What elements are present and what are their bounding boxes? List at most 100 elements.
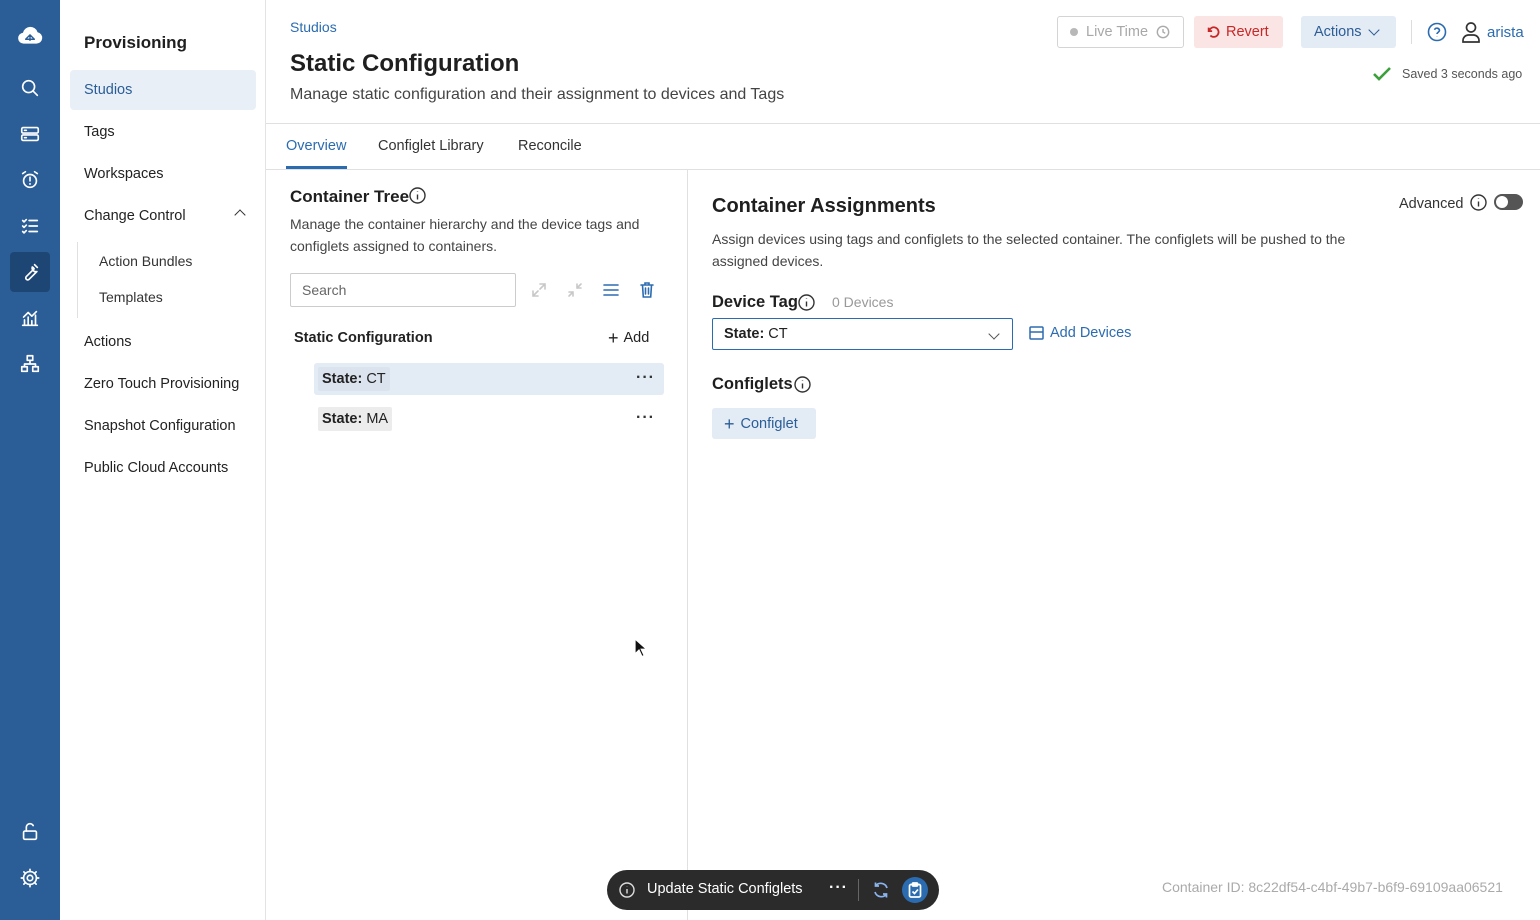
sidebar-item-label: Change Control	[84, 208, 186, 224]
list-view-icon[interactable]	[601, 280, 621, 300]
sidebar-item-change-control[interactable]: Change Control	[70, 196, 256, 236]
sidebar-item-snapshot-configuration[interactable]: Snapshot Configuration	[70, 406, 256, 446]
container-tree-title: Container Tree	[290, 187, 410, 206]
container-assignments-title: Container Assignments	[712, 195, 936, 217]
plus-icon: +	[608, 328, 619, 348]
topology-icon[interactable]	[10, 344, 50, 384]
advanced-label: Advanced	[1399, 196, 1464, 212]
live-time-button[interactable]: Live Time	[1057, 16, 1184, 48]
provisioning-wrench-icon[interactable]	[10, 252, 50, 292]
configlets-label: Configlets	[712, 375, 793, 393]
info-icon[interactable]	[798, 294, 815, 311]
add-configlet-label: Configlet	[740, 415, 798, 432]
tree-root-label[interactable]: Static Configuration	[294, 330, 433, 346]
refresh-icon[interactable]	[871, 880, 891, 900]
advanced-toggle[interactable]	[1494, 194, 1523, 210]
panel-divider	[687, 170, 688, 920]
plus-icon: +	[724, 413, 735, 434]
sidebar-item-action-bundles[interactable]: Action Bundles	[70, 246, 256, 276]
events-alarm-icon[interactable]	[10, 160, 50, 200]
sidebar-item-public-cloud-accounts[interactable]: Public Cloud Accounts	[70, 448, 256, 488]
container-tree-description: Manage the container hierarchy and the d…	[290, 216, 640, 254]
sidebar-item-workspaces[interactable]: Workspaces	[70, 154, 256, 194]
sidebar-item-label: Studios	[84, 82, 133, 98]
cloud-logo-icon[interactable]	[10, 16, 50, 56]
devices-icon[interactable]	[10, 114, 50, 154]
help-icon[interactable]	[1427, 22, 1447, 42]
chevron-down-icon	[1367, 24, 1380, 36]
sidebar-item-label: Action Bundles	[99, 253, 193, 269]
tab-reconcile[interactable]: Reconcile	[518, 138, 582, 154]
sidebar-item-templates[interactable]: Templates	[70, 282, 256, 312]
more-options-icon[interactable]: ···	[636, 369, 655, 387]
search-icon[interactable]	[10, 68, 50, 108]
tab-overview[interactable]: Overview	[286, 138, 346, 154]
tree-node[interactable]: State: MA ···	[314, 403, 664, 435]
container-assignments-description: Assign devices using tags and configlets…	[712, 231, 1346, 269]
sidebar-item-label: Workspaces	[84, 166, 164, 182]
info-icon[interactable]	[409, 187, 426, 204]
app-window: Provisioning Studios Tags Workspaces Cha…	[0, 0, 1540, 920]
breadcrumb[interactable]: Studios	[290, 19, 337, 35]
review-clipboard-button[interactable]	[902, 877, 928, 903]
container-id: Container ID: 8c22df54-c4bf-49b7-b6f9-69…	[1162, 879, 1503, 895]
tab-configlet-library[interactable]: Configlet Library	[378, 138, 484, 154]
sidebar-item-studios[interactable]: Studios	[70, 70, 256, 110]
tag-value: CT	[366, 371, 386, 387]
actions-dropdown-button[interactable]: Actions	[1301, 16, 1396, 48]
save-status: Saved 3 seconds ago	[1372, 66, 1522, 82]
tag-value: CT	[768, 326, 788, 342]
search-input[interactable]	[290, 273, 516, 307]
add-configlet-button[interactable]: + Configlet	[712, 408, 816, 439]
revert-label: Revert	[1226, 24, 1269, 40]
clipboard-check-icon	[908, 882, 922, 898]
sidebar-title: Provisioning	[84, 33, 187, 52]
dashboards-chart-icon[interactable]	[10, 298, 50, 338]
provisioning-sidebar: Provisioning Studios Tags Workspaces Cha…	[60, 0, 266, 920]
tabs-divider	[266, 169, 1540, 170]
clock-icon	[1156, 25, 1170, 39]
sidebar-item-label: Zero Touch Provisioning	[84, 376, 240, 392]
live-status-dot	[1070, 28, 1078, 36]
nav-rail	[0, 0, 60, 920]
more-options-icon[interactable]: ···	[829, 879, 848, 897]
header-divider-line	[266, 123, 1540, 124]
info-icon[interactable]	[619, 882, 635, 898]
mouse-cursor-icon	[634, 638, 648, 658]
device-tag-select[interactable]: State: CT	[712, 318, 1013, 350]
checkmark-icon	[1373, 67, 1391, 81]
tree-node[interactable]: State: CT ···	[314, 363, 664, 395]
tag-key: State:	[322, 411, 363, 427]
info-icon[interactable]	[1470, 194, 1487, 211]
expand-all-icon[interactable]	[529, 280, 549, 300]
workspace-action-bar: Update Static Configlets ···	[607, 870, 939, 910]
unlock-icon[interactable]	[10, 812, 50, 852]
undo-icon	[1207, 26, 1220, 38]
username: arista	[1487, 23, 1524, 41]
sidebar-item-label: Public Cloud Accounts	[84, 460, 229, 476]
sidebar-item-tags[interactable]: Tags	[70, 112, 256, 152]
tag-key: State:	[724, 326, 765, 342]
trash-icon[interactable]	[637, 280, 657, 300]
chevron-down-icon	[988, 328, 1000, 340]
chevron-up-icon	[234, 209, 246, 221]
add-container-button[interactable]: + Add	[608, 328, 650, 348]
sidebar-item-actions[interactable]: Actions	[70, 322, 256, 362]
add-label: Add	[623, 330, 650, 346]
add-devices-button[interactable]: Add Devices	[1029, 325, 1131, 341]
tag-key: State:	[322, 371, 363, 387]
collapse-all-icon[interactable]	[565, 280, 585, 300]
user-menu[interactable]: arista	[1461, 21, 1524, 43]
settings-gear-icon[interactable]	[10, 858, 50, 898]
sidebar-item-label: Actions	[84, 334, 132, 350]
task-list-icon[interactable]	[10, 206, 50, 246]
tag-value: MA	[366, 411, 389, 427]
add-devices-label: Add Devices	[1050, 325, 1132, 341]
sidebar-item-zero-touch-provisioning[interactable]: Zero Touch Provisioning	[70, 364, 256, 404]
more-options-icon[interactable]: ···	[636, 409, 655, 427]
header-divider	[1411, 20, 1412, 44]
actions-label: Actions	[1314, 24, 1362, 40]
info-icon[interactable]	[794, 376, 811, 393]
sidebar-item-label: Tags	[84, 124, 115, 140]
revert-button[interactable]: Revert	[1194, 16, 1283, 48]
